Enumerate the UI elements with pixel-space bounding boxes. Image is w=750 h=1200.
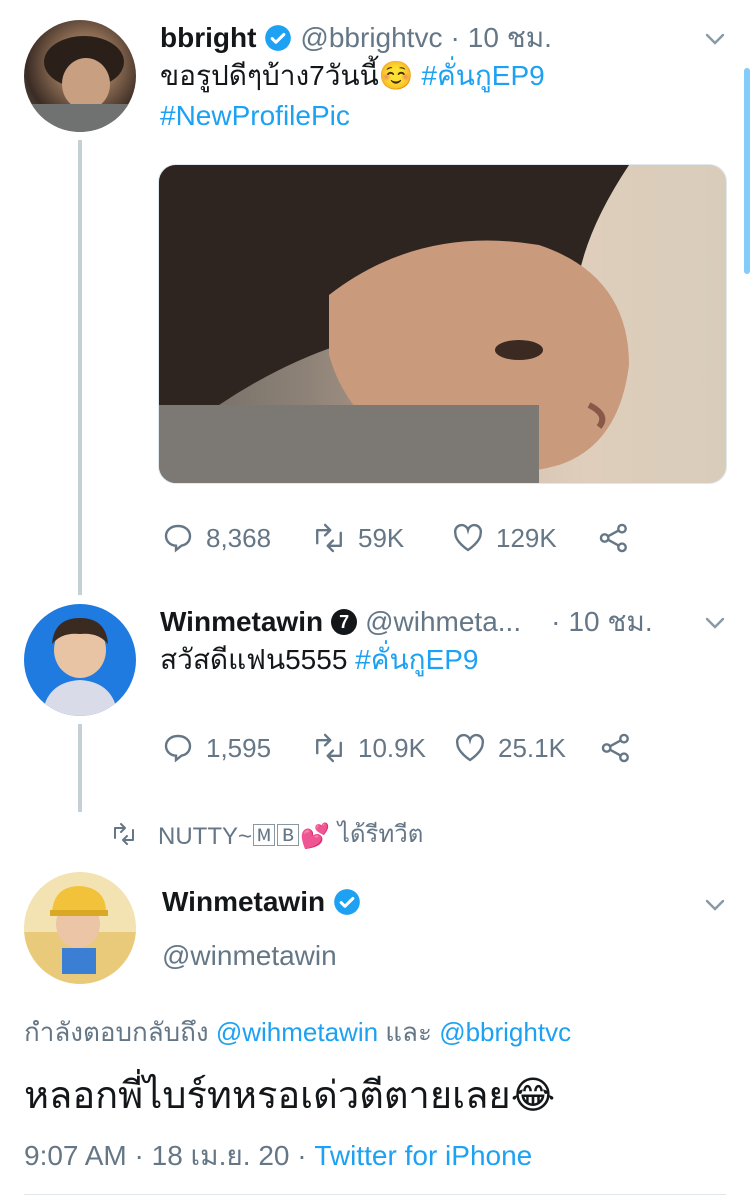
retweet-action-label: ได้รีทวีต xyxy=(337,821,424,848)
retweet-icon xyxy=(316,523,342,553)
tweet2-handle[interactable]: @wihmeta... xyxy=(365,606,521,638)
tweet1-name[interactable]: bbright xyxy=(160,22,256,54)
tweet-source-link[interactable]: Twitter for iPhone xyxy=(314,1140,532,1171)
separator-dot: · xyxy=(551,606,561,637)
like-button[interactable]: 25.1K xyxy=(454,733,600,764)
scrollbar[interactable] xyxy=(744,68,750,274)
separator-dot: · xyxy=(134,1140,152,1171)
share-icon xyxy=(599,523,627,553)
heart-icon xyxy=(455,733,485,762)
avatar-photo-icon xyxy=(42,618,118,716)
chevron-down-icon[interactable] xyxy=(704,612,726,634)
reply-icon xyxy=(164,524,192,553)
tweet1-body: ขอรูปดีๆบ้าง7วันนี้☺️ #คั่นกูEP9 #NewPro… xyxy=(160,56,720,136)
avatar-photo-icon xyxy=(24,36,136,132)
reply-button[interactable]: 8,368 xyxy=(162,522,312,554)
like-count: 25.1K xyxy=(498,732,566,763)
share-button[interactable] xyxy=(600,732,644,764)
chevron-down-icon[interactable] xyxy=(704,894,726,916)
main-tweet-name[interactable]: Winmetawin xyxy=(162,886,325,918)
separator-dot: · xyxy=(297,1140,315,1171)
avatar-winmetawin[interactable] xyxy=(24,872,136,984)
like-count: 129K xyxy=(496,522,557,553)
tweet1-media-image[interactable] xyxy=(158,164,727,484)
replying-to-and: และ xyxy=(385,1017,432,1047)
main-tweet-meta: 9:07 AM · 18 เม.ย. 20 · Twitter for iPho… xyxy=(24,1134,532,1178)
tweet1-text: ขอรูปดีๆบ้าง7วันนี้☺️ xyxy=(160,60,414,91)
main-tweet-text: หลอกพี่ไบร์ทหรอเด่วตีตายเลย😂 xyxy=(24,1075,556,1117)
hashtag-link[interactable]: #คั่นกูEP9 xyxy=(421,60,544,91)
hashtag-link[interactable]: #คั่นกูEP9 xyxy=(355,644,478,675)
reply-icon xyxy=(164,734,192,763)
tweet1-time[interactable]: 10 ชม. xyxy=(468,16,552,60)
main-tweet-date[interactable]: 18 เม.ย. 20 xyxy=(152,1140,290,1171)
retweeted-by-bar[interactable]: NUTTY~🄼🄱💕 ได้รีทวีต xyxy=(110,814,423,853)
main-tweet-handle[interactable]: @winmetawin xyxy=(162,940,337,972)
mention-link[interactable]: @wihmetawin xyxy=(216,1017,378,1047)
verified-badge-icon xyxy=(334,889,360,915)
chevron-down-icon[interactable] xyxy=(704,28,726,50)
reply-count: 1,595 xyxy=(206,732,272,763)
main-tweet-header: Winmetawin xyxy=(162,886,361,918)
tweet2-header: Winmetawin 7 @wihmeta... · 10 ชม. xyxy=(160,600,653,644)
retweet-button[interactable]: 10.9K xyxy=(312,732,454,764)
retweet-count: 59K xyxy=(358,522,405,553)
like-button[interactable]: 129K xyxy=(452,523,598,554)
avatar-photo-icon xyxy=(24,886,136,984)
separator-dot: · xyxy=(450,22,460,53)
tweet1-header: bbright @bbrightvc · 10 ชม. xyxy=(160,16,552,60)
share-icon xyxy=(601,733,629,763)
bottom-divider xyxy=(24,1194,726,1195)
tweet1-handle[interactable]: @bbrightvc xyxy=(300,22,442,54)
reply-button[interactable]: 1,595 xyxy=(162,732,312,764)
retweet-icon xyxy=(316,733,342,763)
tweet2-name[interactable]: Winmetawin xyxy=(160,606,323,638)
thread-line-2 xyxy=(78,724,82,812)
number-badge-icon: 7 xyxy=(331,609,358,635)
tweet2-time[interactable]: 10 ชม. xyxy=(568,600,652,644)
main-tweet-time[interactable]: 9:07 AM xyxy=(24,1140,127,1171)
replying-to: กำลังตอบกลับถึง @wihmetawin และ @bbright… xyxy=(24,1012,571,1053)
photo-icon xyxy=(159,165,726,483)
retweet-button[interactable]: 59K xyxy=(312,522,452,554)
heart-icon xyxy=(453,523,483,552)
retweet-count: 10.9K xyxy=(358,732,426,763)
hashtag-link[interactable]: #NewProfilePic xyxy=(160,100,350,131)
thread-line-1 xyxy=(78,140,82,595)
tweet2-text: สวัสดีแฟน5555 xyxy=(160,644,348,675)
tweet1-actions: 8,368 59K 129K xyxy=(162,522,642,554)
mention-link[interactable]: @bbrightvc xyxy=(439,1017,571,1047)
reply-count: 8,368 xyxy=(206,522,272,553)
verified-badge-icon xyxy=(265,25,292,51)
avatar-bbright[interactable] xyxy=(24,20,136,132)
replying-to-prefix: กำลังตอบกลับถึง xyxy=(24,1017,209,1047)
tweet2-body: สวัสดีแฟน5555 #คั่นกูEP9 xyxy=(160,640,720,680)
share-button[interactable] xyxy=(598,522,642,554)
retweeter-name[interactable]: NUTTY~🄼🄱💕 xyxy=(158,816,330,851)
retweet-icon xyxy=(114,822,134,845)
tweet2-actions: 1,595 10.9K 25.1K xyxy=(162,732,644,764)
avatar-wihmetawin[interactable] xyxy=(24,604,136,716)
